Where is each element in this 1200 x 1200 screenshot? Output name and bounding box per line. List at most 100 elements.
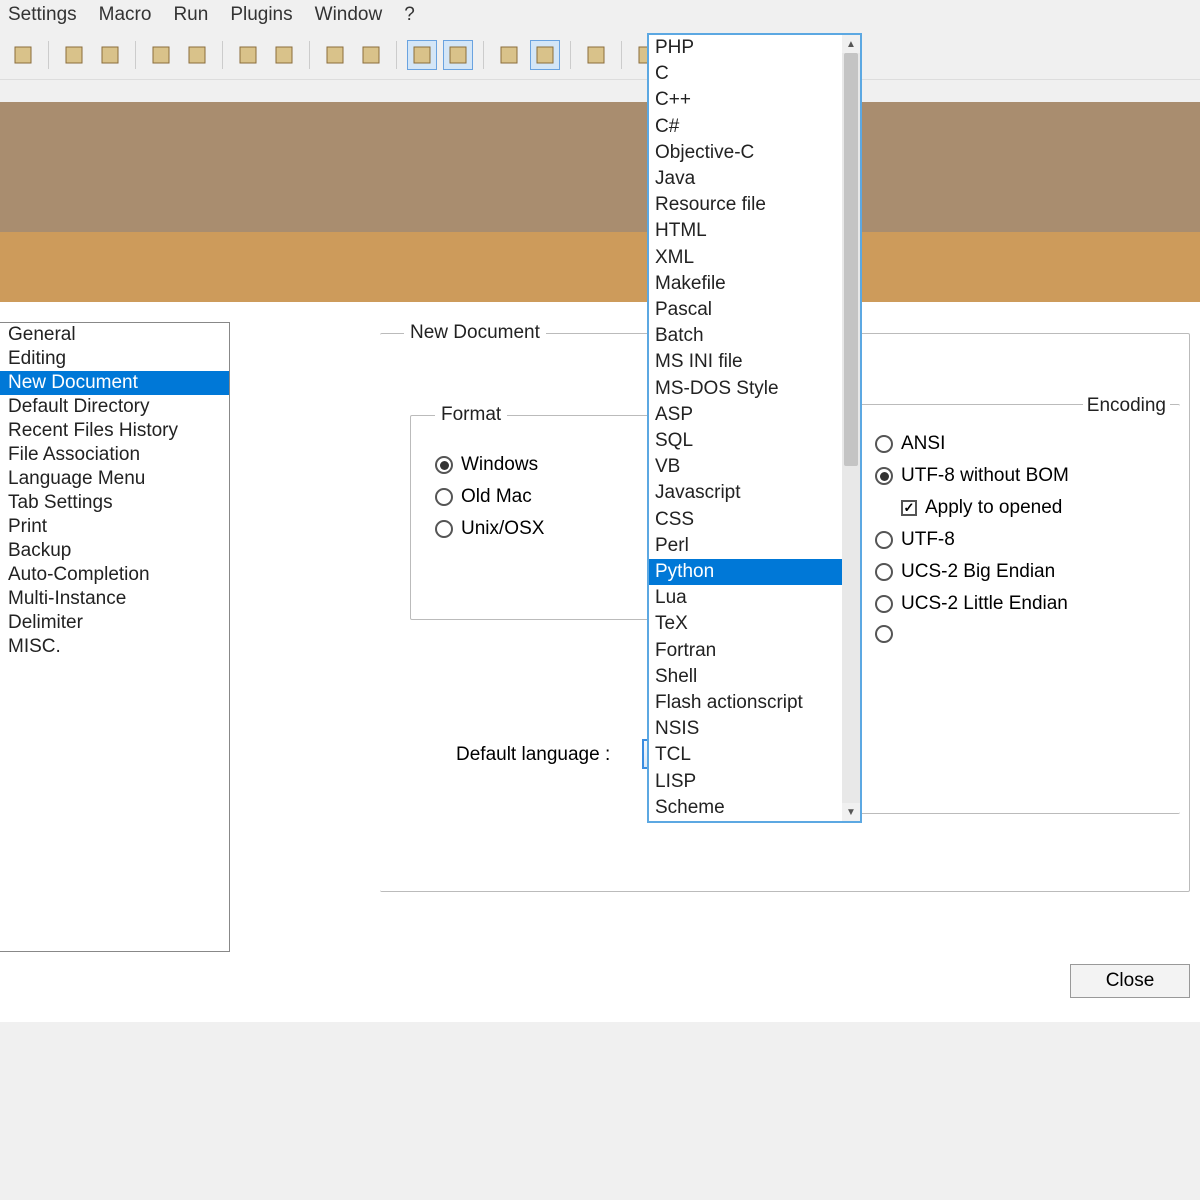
menu-settings[interactable]: Settings (8, 4, 77, 26)
cut-icon[interactable] (8, 40, 38, 70)
sidebar-item-default-directory[interactable]: Default Directory (0, 395, 229, 419)
sync-v-icon[interactable] (233, 40, 263, 70)
background-band-2 (0, 232, 1200, 302)
language-list: PHPCC++C#Objective-CJavaResource fileHTM… (649, 35, 842, 821)
lang-item-ms-dos-style[interactable]: MS-DOS Style (649, 376, 842, 402)
lang-item-fortran[interactable]: Fortran (649, 638, 842, 664)
lang-item-python[interactable]: Python (649, 559, 842, 585)
radio-label: Unix/OSX (461, 518, 544, 540)
radio-icon[interactable] (875, 531, 893, 549)
show-all-icon[interactable] (356, 40, 386, 70)
scroll-down-arrow[interactable]: ▼ (842, 803, 860, 821)
menu-run[interactable]: Run (173, 4, 208, 26)
checkbox-icon[interactable] (901, 500, 917, 516)
sidebar-item-multi-instance[interactable]: Multi-Instance (0, 587, 229, 611)
encoding-option-ansi[interactable]: ANSI (875, 433, 1156, 455)
lang-item-c[interactable]: C (649, 61, 842, 87)
scroll-up-arrow[interactable]: ▲ (842, 35, 860, 53)
menu-window[interactable]: Window (315, 4, 383, 26)
lang-item-html[interactable]: HTML (649, 218, 842, 244)
sidebar-item-language-menu[interactable]: Language Menu (0, 467, 229, 491)
sidebar-item-file-association[interactable]: File Association (0, 443, 229, 467)
encoding-option-ucs-2-little-endian[interactable]: UCS-2 Little Endian (875, 593, 1156, 615)
lang-item-tcl[interactable]: TCL (649, 742, 842, 768)
lang-item-java[interactable]: Java (649, 166, 842, 192)
lang-item-asp[interactable]: ASP (649, 402, 842, 428)
lang-item-xml[interactable]: XML (649, 245, 842, 271)
scroll-track[interactable] (842, 53, 860, 803)
radio-icon[interactable] (875, 625, 893, 643)
lang-item-lisp[interactable]: LISP (649, 769, 842, 795)
lang-item-c-[interactable]: C# (649, 114, 842, 140)
scrollbar[interactable]: ▲ ▼ (842, 35, 860, 821)
zoom-in-icon[interactable] (146, 40, 176, 70)
encoding-option-utf-8[interactable]: UTF-8 (875, 529, 1156, 551)
radio-icon[interactable] (435, 488, 453, 506)
scroll-thumb[interactable] (844, 53, 858, 466)
sidebar-item-misc-[interactable]: MISC. (0, 635, 229, 659)
lang-item-lua[interactable]: Lua (649, 585, 842, 611)
lang-item-sql[interactable]: SQL (649, 428, 842, 454)
encoding-option-other[interactable] (875, 625, 1156, 643)
sidebar-item-auto-completion[interactable]: Auto-Completion (0, 563, 229, 587)
radio-label: Old Mac (461, 486, 532, 508)
apply-opened-check[interactable]: Apply to opened (901, 497, 1156, 519)
lang-item-nsis[interactable]: NSIS (649, 716, 842, 742)
format-option-old-mac[interactable]: Old Mac (435, 486, 645, 508)
find-icon[interactable] (59, 40, 89, 70)
radio-icon[interactable] (435, 520, 453, 538)
sidebar-item-print[interactable]: Print (0, 515, 229, 539)
radio-icon[interactable] (875, 563, 893, 581)
indent-guide-icon[interactable] (407, 40, 437, 70)
folder-icon[interactable] (581, 40, 611, 70)
lang-item-vb[interactable]: VB (649, 454, 842, 480)
menu-help[interactable]: ? (404, 4, 415, 26)
sidebar-item-general[interactable]: General (0, 323, 229, 347)
sidebar-item-delimiter[interactable]: Delimiter (0, 611, 229, 635)
lang-item-objective-c[interactable]: Objective-C (649, 140, 842, 166)
lang-item-perl[interactable]: Perl (649, 533, 842, 559)
menu-macro[interactable]: Macro (99, 4, 152, 26)
format-option-windows[interactable]: Windows (435, 454, 645, 476)
wrap-icon[interactable] (320, 40, 350, 70)
lang-item-javascript[interactable]: Javascript (649, 480, 842, 506)
lang-item-resource-file[interactable]: Resource file (649, 192, 842, 218)
checkbox-label: Apply to opened (925, 497, 1062, 519)
lang-item-shell[interactable]: Shell (649, 664, 842, 690)
lang-item-c-[interactable]: C++ (649, 87, 842, 113)
language-dropdown[interactable]: PHPCC++C#Objective-CJavaResource fileHTM… (647, 33, 862, 823)
lang-item-scheme[interactable]: Scheme (649, 795, 842, 821)
menu-plugins[interactable]: Plugins (230, 4, 292, 26)
encoding-option-ucs-2-big-endian[interactable]: UCS-2 Big Endian (875, 561, 1156, 583)
sidebar-item-editing[interactable]: Editing (0, 347, 229, 371)
lang-item-php[interactable]: PHP (649, 35, 842, 61)
lang-item-css[interactable]: CSS (649, 507, 842, 533)
radio-label: UCS-2 Little Endian (901, 593, 1068, 615)
preferences-body: GeneralEditingNew DocumentDefault Direct… (0, 302, 1200, 1022)
sidebar-item-new-document[interactable]: New Document (0, 371, 229, 395)
default-language-label: Default language : (456, 744, 610, 766)
lang-item-pascal[interactable]: Pascal (649, 297, 842, 323)
replace-icon[interactable] (95, 40, 125, 70)
radio-icon[interactable] (875, 435, 893, 453)
lang-item-makefile[interactable]: Makefile (649, 271, 842, 297)
radio-icon[interactable] (875, 595, 893, 613)
zoom-out-icon[interactable] (182, 40, 212, 70)
format-option-unix-osx[interactable]: Unix/OSX (435, 518, 645, 540)
close-button[interactable]: Close (1070, 964, 1190, 998)
lang-item-ms-ini-file[interactable]: MS INI file (649, 349, 842, 375)
func-list-icon[interactable] (530, 40, 560, 70)
sidebar-item-tab-settings[interactable]: Tab Settings (0, 491, 229, 515)
sidebar-item-backup[interactable]: Backup (0, 539, 229, 563)
doc-map-icon[interactable] (494, 40, 524, 70)
lang-item-flash-actionscript[interactable]: Flash actionscript (649, 690, 842, 716)
lang-item-tex[interactable]: TeX (649, 611, 842, 637)
sidebar-item-recent-files-history[interactable]: Recent Files History (0, 419, 229, 443)
lang-item-batch[interactable]: Batch (649, 323, 842, 349)
user-lang-icon[interactable] (443, 40, 473, 70)
radio-icon[interactable] (435, 456, 453, 474)
encoding-option-utf-8-without-bom[interactable]: UTF-8 without BOM (875, 465, 1156, 487)
background-band-1 (0, 102, 1200, 232)
radio-icon[interactable] (875, 467, 893, 485)
sync-h-icon[interactable] (269, 40, 299, 70)
